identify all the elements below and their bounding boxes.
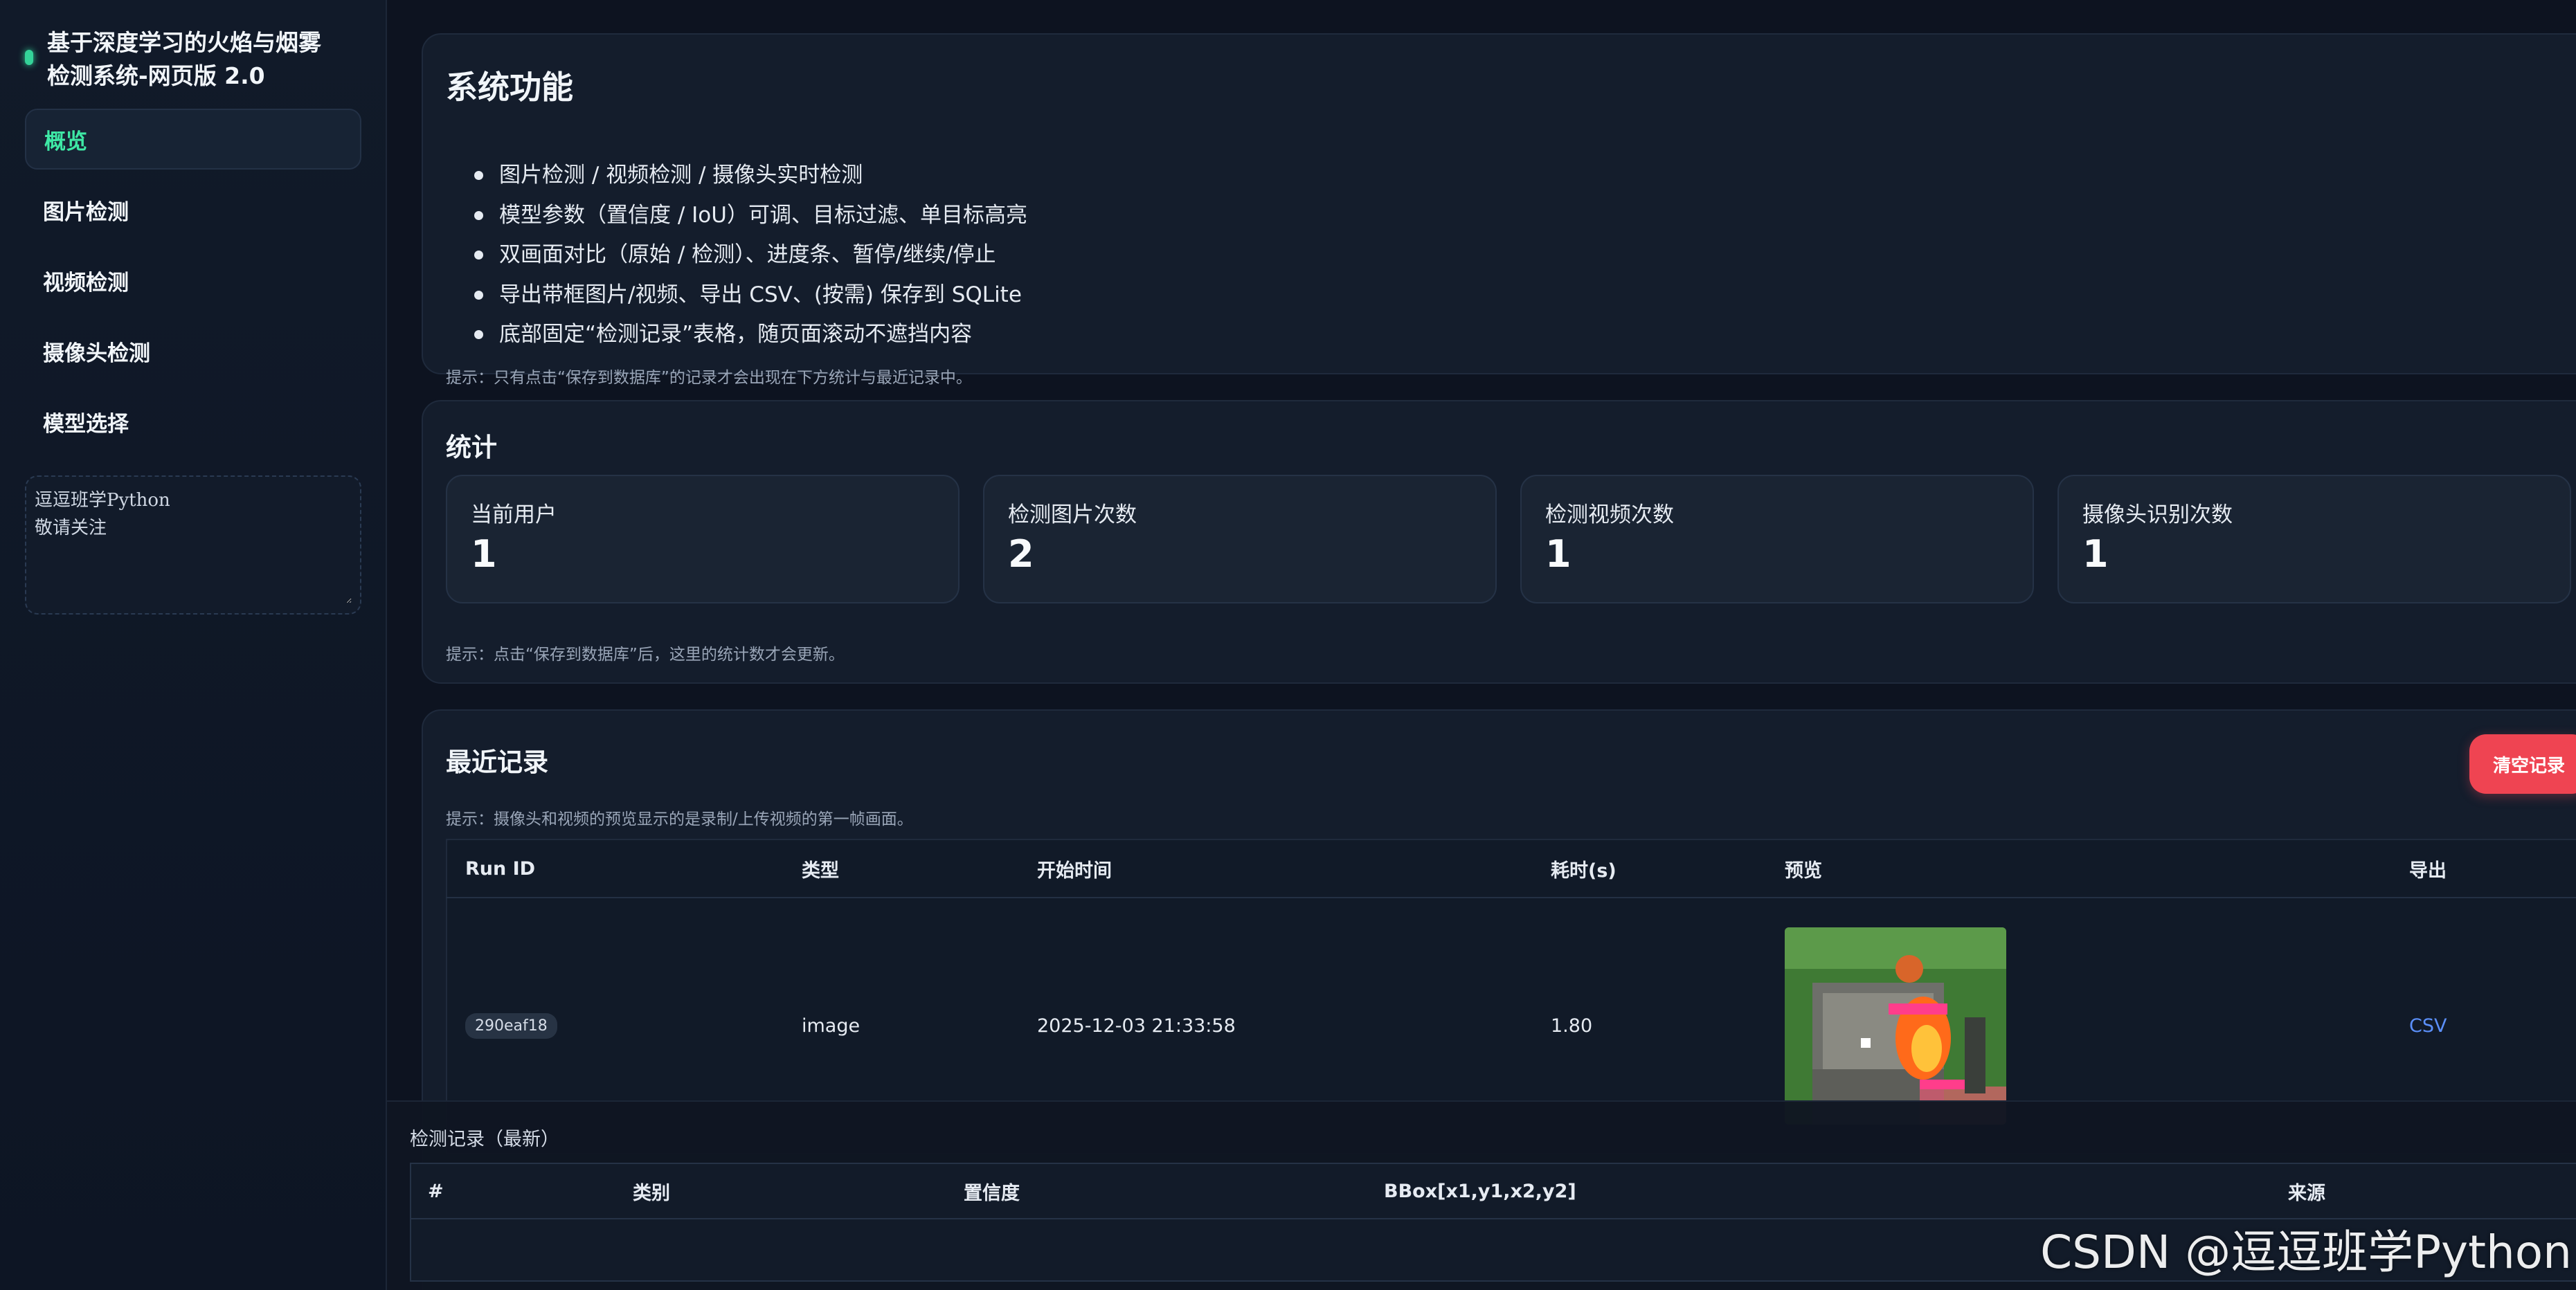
stat-value: 2 [1008, 532, 1034, 576]
stat-value: 1 [471, 532, 497, 576]
col-confidence: 置信度 [947, 1163, 1367, 1219]
stats-card: 统计 当前用户 1 检测图片次数 2 检测视频次数 1 摄像头识别次数 1 提示… [422, 400, 2576, 684]
app-title: 基于深度学习的火焰与烟雾 检测系统-网页版 2.0 [47, 29, 321, 89]
sidebar-item-image-detect[interactable]: 图片检测 [25, 179, 361, 240]
stat-label: 摄像头识别次数 [2082, 502, 2233, 527]
sidebar-item-camera-detect[interactable]: 摄像头检测 [25, 320, 361, 381]
stat-card-current-user: 当前用户 1 [446, 475, 960, 603]
stats-hint: 提示：点击“保存到数据库”后，这里的统计数才会更新。 [446, 646, 845, 664]
stat-card-video-count: 检测视频次数 1 [1520, 475, 2034, 603]
sidebar-item-model-select[interactable]: 模型选择 [25, 391, 361, 452]
stat-label: 检测图片次数 [1008, 502, 1137, 527]
stat-label: 检测视频次数 [1545, 502, 1674, 527]
col-duration: 耗时(s) [1533, 839, 1767, 898]
recent-hint: 提示：摄像头和视频的预览显示的是录制/上传视频的第一帧画面。 [446, 810, 913, 828]
col-preview: 预览 [1767, 839, 2391, 898]
sidebar-item-overview[interactable]: 概览 [25, 109, 361, 170]
features-list: 图片检测 / 视频检测 / 摄像头实时检测 模型参数（置信度 / IoU）可调、… [474, 156, 1027, 355]
preview-thumbnail[interactable] [1785, 927, 2006, 1125]
feature-item: 底部固定“检测记录”表格，随页面滚动不遮挡内容 [474, 315, 1027, 355]
recent-title: 最近记录 [446, 747, 548, 777]
status-dot-icon [25, 50, 33, 65]
feature-item: 图片检测 / 视频检测 / 摄像头实时检测 [474, 156, 1027, 196]
sidebar: 基于深度学习的火焰与烟雾 检测系统-网页版 2.0 概览 图片检测 视频检测 摄… [0, 0, 387, 1290]
watermark: CSDN @逗逗班学Python [2040, 1226, 2572, 1279]
table-header-row: # 类别 置信度 BBox[x1,y1,x2,y2] 来源 [411, 1163, 2576, 1219]
detection-records-title: 检测记录（最新） [410, 1129, 559, 1150]
col-source: 来源 [2271, 1163, 2576, 1219]
col-index: # [411, 1163, 616, 1219]
stat-grid: 当前用户 1 检测图片次数 2 检测视频次数 1 摄像头识别次数 1 [446, 475, 2571, 603]
stat-value: 1 [2082, 532, 2109, 576]
stat-card-image-count: 检测图片次数 2 [983, 475, 1497, 603]
col-class: 类别 [616, 1163, 947, 1219]
col-start-time: 开始时间 [1019, 839, 1533, 898]
table-header-row: Run ID 类型 开始时间 耗时(s) 预览 导出 [447, 839, 2576, 898]
run-id-badge: 290eaf18 [465, 1012, 557, 1039]
brand: 基于深度学习的火焰与烟雾 检测系统-网页版 2.0 [25, 26, 357, 93]
col-run-id: Run ID [447, 839, 784, 898]
feature-item: 双画面对比（原始 / 检测）、进度条、暂停/继续/停止 [474, 235, 1027, 275]
clear-records-button[interactable]: 清空记录 [2469, 734, 2576, 794]
col-export: 导出 [2391, 839, 2576, 898]
stat-label: 当前用户 [471, 502, 557, 527]
features-title: 系统功能 [446, 69, 573, 106]
features-hint: 提示：只有点击“保存到数据库”的记录才会出现在下方统计与最近记录中。 [446, 369, 972, 387]
stat-value: 1 [1545, 532, 1571, 576]
feature-item: 模型参数（置信度 / IoU）可调、目标过滤、单目标高亮 [474, 196, 1027, 236]
col-bbox: BBox[x1,y1,x2,y2] [1367, 1163, 2271, 1219]
sidebar-nav: 概览 图片检测 视频检测 摄像头检测 模型选择 [25, 109, 361, 462]
note-textarea[interactable] [35, 487, 352, 603]
features-card: 系统功能 图片检测 / 视频检测 / 摄像头实时检测 模型参数（置信度 / Io… [422, 33, 2576, 387]
feature-item: 导出带框图片/视频、导出 CSV、(按需) 保存到 SQLite [474, 275, 1027, 316]
sidebar-item-video-detect[interactable]: 视频检测 [25, 250, 361, 311]
note-box [25, 475, 361, 615]
stat-card-camera-count: 摄像头识别次数 1 [2057, 475, 2571, 603]
export-csv-link[interactable]: CSV [2409, 1015, 2447, 1037]
stats-title: 统计 [446, 433, 497, 462]
col-type: 类型 [784, 839, 1019, 898]
